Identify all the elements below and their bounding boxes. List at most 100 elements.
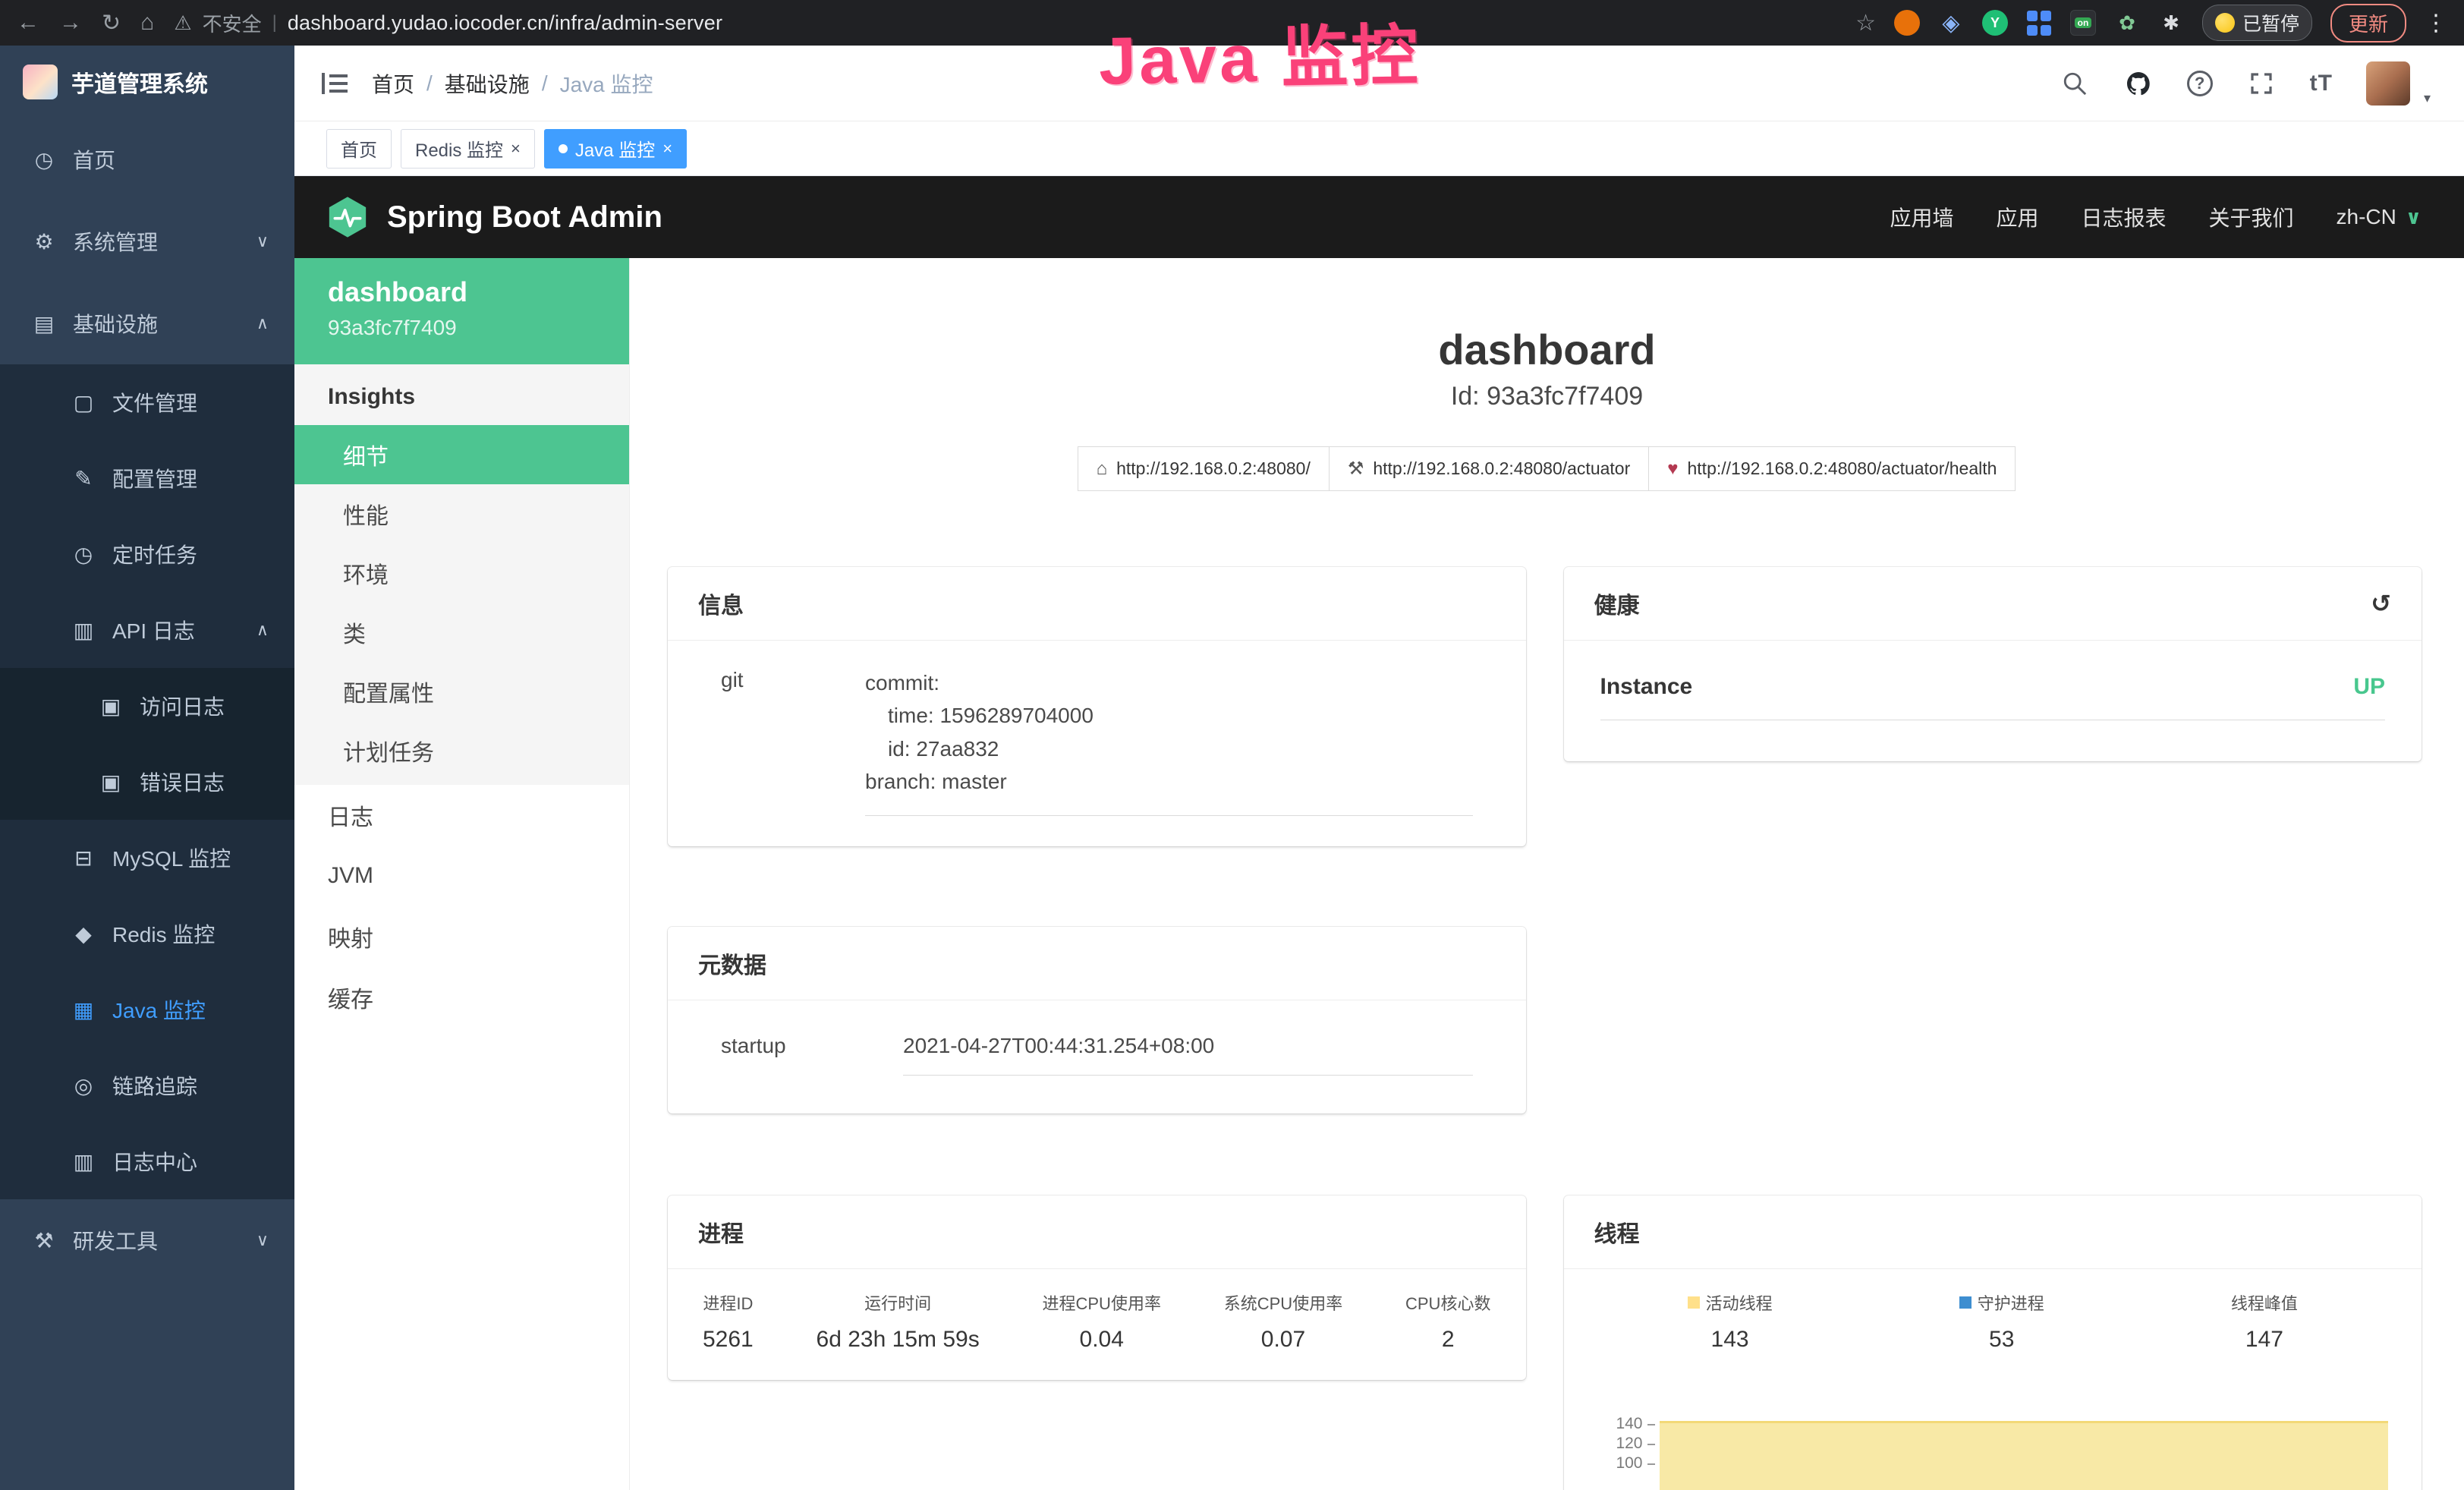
browser-menu-icon[interactable]: ⋮ (2425, 10, 2447, 36)
sidebar-item-trace[interactable]: ◎ 链路追踪 (0, 1047, 294, 1123)
stat-live-threads: 活动线程 143 (1688, 1290, 1773, 1353)
font-size-icon[interactable]: tT (2310, 71, 2333, 96)
sidebar-item-home[interactable]: ◷ 首页 (0, 118, 294, 200)
history-icon[interactable]: ↺ (2371, 589, 2391, 618)
tab-java-monitor[interactable]: Java 监控 × (544, 129, 687, 169)
page-subtitle-id: Id: 93a3fc7f7409 (630, 382, 2464, 411)
sidebar-item-system-mgmt[interactable]: ⚙ 系统管理 ∨ (0, 200, 294, 282)
stat-pid: 进程ID 5261 (703, 1290, 754, 1353)
sba-menu-group-insights[interactable]: Insights (294, 364, 629, 425)
bookmark-star-icon[interactable]: ☆ (1855, 10, 1876, 36)
paused-badge[interactable]: 已暂停 (2202, 5, 2312, 41)
sidebar-item-infrastructure[interactable]: ▤ 基础设施 ∧ (0, 282, 294, 364)
home-icon: ⌂ (1097, 458, 1108, 480)
actuator-url-button[interactable]: ⚒ http://192.168.0.2:48080/actuator (1329, 446, 1649, 491)
extension-orange-icon[interactable] (1894, 10, 1920, 36)
fullscreen-icon[interactable] (2246, 68, 2277, 99)
live-threads-area (1660, 1421, 2389, 1490)
sba-header: Spring Boot Admin 应用墙 应用 日志报表 关于我们 zh-CN… (294, 176, 2464, 258)
tab-redis-monitor[interactable]: Redis 监控 × (401, 129, 535, 169)
extension-leaf-icon[interactable]: ✿ (2114, 10, 2140, 36)
sba-menu-mappings[interactable]: 映射 (294, 906, 629, 967)
info-card-title: 信息 (668, 567, 1526, 641)
extension-drop-icon[interactable]: ◈ (1938, 10, 1964, 36)
forward-icon[interactable]: → (59, 10, 82, 36)
breadcrumb-infrastructure[interactable]: 基础设施 (445, 68, 530, 99)
health-card: 健康 ↺ Instance UP (1564, 567, 2422, 761)
extension-green-icon[interactable]: Y (1982, 10, 2008, 36)
main-region: 首页 / 基础设施 / Java 监控 ? tT ▾ (294, 46, 2464, 1490)
sidebar-item-java-monitor[interactable]: ▦ Java 监控 (0, 972, 294, 1047)
sidebar-item-dev-tools[interactable]: ⚒ 研发工具 ∨ (0, 1199, 294, 1281)
close-icon[interactable]: × (511, 139, 521, 159)
sidebar-item-log-center[interactable]: ▥ 日志中心 (0, 1123, 294, 1199)
sba-menu-caches[interactable]: 缓存 (294, 967, 629, 1028)
sidebar-item-redis-monitor[interactable]: ◆ Redis 监控 (0, 896, 294, 972)
sba-menu-config-props[interactable]: 配置属性 (294, 662, 629, 721)
address-divider: | (272, 12, 277, 33)
sba-brand-title[interactable]: Spring Boot Admin (387, 200, 662, 235)
health-card-title: 健康 (1594, 587, 1640, 620)
browser-update-button[interactable]: 更新 (2330, 4, 2406, 43)
y-tick-100: 100 (1594, 1454, 1643, 1473)
address-bar[interactable]: ⚠ 不安全 | dashboard.yudao.iocoder.cn/infra… (174, 9, 722, 37)
sidebar-toggle-icon[interactable] (320, 71, 349, 96)
sba-menu-beans[interactable]: 类 (294, 603, 629, 662)
process-card-title: 进程 (668, 1195, 1526, 1269)
extension-switch-icon[interactable]: on (2070, 10, 2096, 36)
breadcrumb-home[interactable]: 首页 (372, 68, 414, 99)
metadata-card: 元数据 startup 2021-04-27T00:44:31.254+08:0… (668, 927, 1526, 1114)
sidebar-item-file-mgmt[interactable]: ▢ 文件管理 (0, 364, 294, 440)
chevron-up-icon: ∧ (256, 313, 269, 333)
sba-nav-wallboard[interactable]: 应用墙 (1890, 202, 1953, 232)
stat-process-cpu: 进程CPU使用率 0.04 (1043, 1290, 1161, 1353)
help-icon[interactable]: ? (2187, 71, 2213, 96)
instance-header: dashboard 93a3fc7f7409 (294, 258, 629, 364)
sba-menu-details[interactable]: 细节 (294, 425, 629, 484)
chevron-down-icon: ∨ (2406, 206, 2422, 229)
chevron-down-icon: ∨ (256, 232, 269, 251)
sba-menu-scheduled-tasks[interactable]: 计划任务 (294, 721, 629, 780)
sidebar-item-config-mgmt[interactable]: ✎ 配置管理 (0, 440, 294, 516)
user-avatar[interactable] (2366, 61, 2410, 106)
smiley-icon (2215, 13, 2235, 33)
home-icon[interactable]: ⌂ (140, 10, 154, 36)
admin-sidebar: 芋道管理系统 ◷ 首页 ⚙ 系统管理 ∨ ▤ 基础设施 ∧ ▢ 文件管理 ✎ 配… (0, 46, 294, 1490)
sidebar-item-access-logs[interactable]: ▣ 访问日志 (0, 668, 294, 744)
app-title: 芋道管理系统 (71, 65, 208, 99)
tag-tab-bar: 首页 Redis 监控 × Java 监控 × (294, 121, 2464, 176)
tools-icon: ⚒ (30, 1228, 58, 1253)
database-icon: ⊟ (70, 846, 97, 871)
sba-nav-applications[interactable]: 应用 (1996, 202, 2038, 232)
back-icon[interactable]: ← (17, 10, 39, 36)
sba-menu-environment[interactable]: 环境 (294, 543, 629, 603)
service-url-button[interactable]: ⌂ http://192.168.0.2:48080/ (1078, 446, 1330, 491)
edit-icon: ✎ (70, 466, 97, 491)
sidebar-item-cron-jobs[interactable]: ◷ 定时任务 (0, 516, 294, 592)
sidebar-item-mysql-monitor[interactable]: ⊟ MySQL 监控 (0, 820, 294, 896)
sba-menu-metrics[interactable]: 性能 (294, 484, 629, 543)
trace-icon: ◎ (70, 1073, 97, 1098)
extension-puzzle-icon[interactable]: ✱ (2158, 10, 2184, 36)
sba-nav-journal[interactable]: 日志报表 (2082, 202, 2167, 232)
sba-nav-about[interactable]: 关于我们 (2209, 202, 2294, 232)
tab-home[interactable]: 首页 (326, 129, 392, 169)
close-icon[interactable]: × (662, 139, 672, 159)
app-logo[interactable]: 芋道管理系统 (0, 46, 294, 118)
sba-menu-jvm[interactable]: JVM (294, 846, 629, 906)
sidebar-item-api-logs[interactable]: ▥ API 日志 ∧ (0, 592, 294, 668)
extension-grid-icon[interactable] (2026, 10, 2052, 36)
health-url-button[interactable]: ♥ http://192.168.0.2:48080/actuator/heal… (1648, 446, 2016, 491)
dashboard-icon: ◷ (30, 147, 58, 172)
reload-icon[interactable]: ↻ (102, 10, 121, 36)
live-threads-legend-swatch (1688, 1296, 1700, 1309)
stat-cpu-cores: CPU核心数 2 (1405, 1290, 1490, 1353)
language-selector[interactable]: zh-CN ∨ (2337, 205, 2422, 229)
sba-menu-logs[interactable]: 日志 (294, 785, 629, 846)
stat-system-cpu: 系统CPU使用率 0.07 (1224, 1290, 1342, 1353)
search-icon[interactable] (2060, 68, 2090, 99)
sidebar-item-error-logs[interactable]: ▣ 错误日志 (0, 744, 294, 820)
sba-sidebar: dashboard 93a3fc7f7409 Insights 细节 性能 环境… (294, 258, 630, 1490)
breadcrumb-current: Java 监控 (560, 68, 653, 99)
github-icon[interactable] (2123, 68, 2154, 99)
